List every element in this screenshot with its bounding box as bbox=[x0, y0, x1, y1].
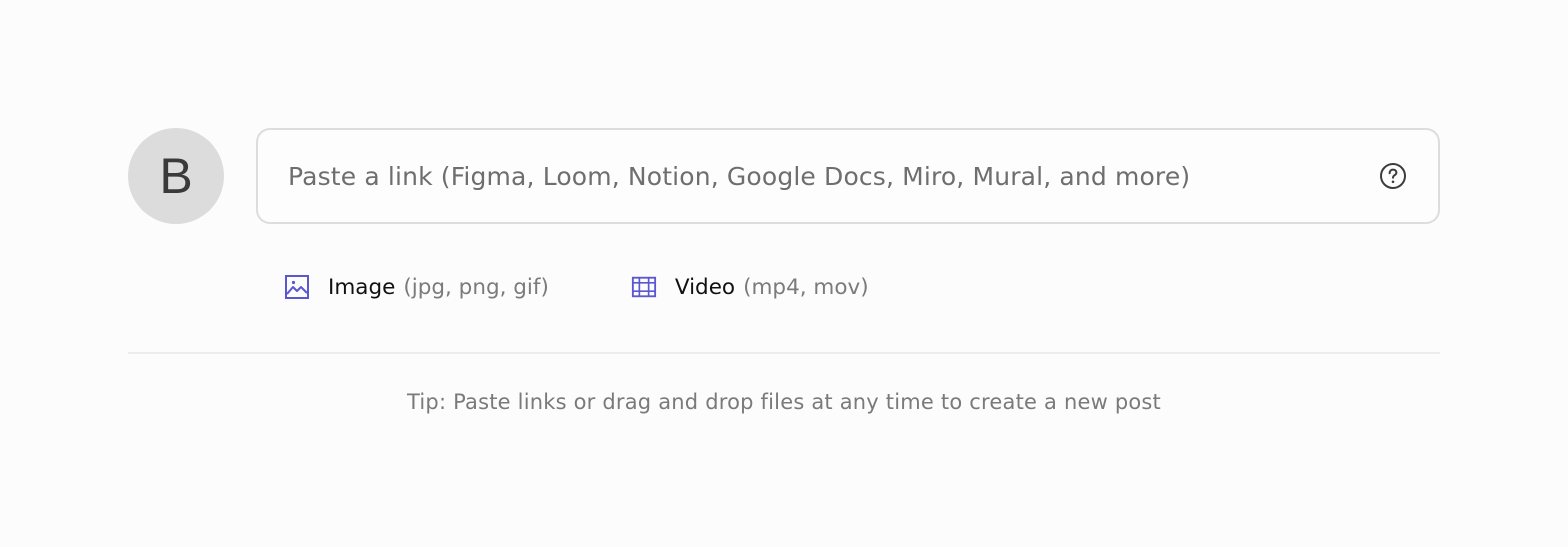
link-input[interactable] bbox=[288, 161, 1378, 191]
tip-text: Tip: Paste links or drag and drop files … bbox=[407, 390, 1161, 414]
attach-video-label: Video bbox=[674, 274, 736, 300]
attach-image-hint: (jpg, png, gif) bbox=[403, 274, 549, 300]
avatar[interactable]: B bbox=[128, 128, 224, 224]
composer-row: B bbox=[128, 128, 1440, 224]
image-icon bbox=[284, 274, 310, 300]
attach-image-label: Image bbox=[328, 274, 396, 300]
attachment-options: Image (jpg, png, gif) Video (mp4, mov) bbox=[284, 274, 869, 300]
attach-video-button[interactable]: Video (mp4, mov) bbox=[631, 274, 869, 300]
link-field-container[interactable] bbox=[256, 128, 1440, 224]
avatar-initial: B bbox=[159, 148, 193, 204]
attach-video-hint: (mp4, mov) bbox=[743, 274, 869, 300]
question-circle-icon bbox=[1380, 163, 1406, 189]
attach-image-button[interactable]: Image (jpg, png, gif) bbox=[284, 274, 549, 300]
film-icon bbox=[631, 274, 657, 300]
post-composer: B Image (jpg, png, gif) bbox=[128, 128, 1440, 414]
divider bbox=[128, 352, 1440, 354]
help-button[interactable] bbox=[1378, 161, 1408, 191]
